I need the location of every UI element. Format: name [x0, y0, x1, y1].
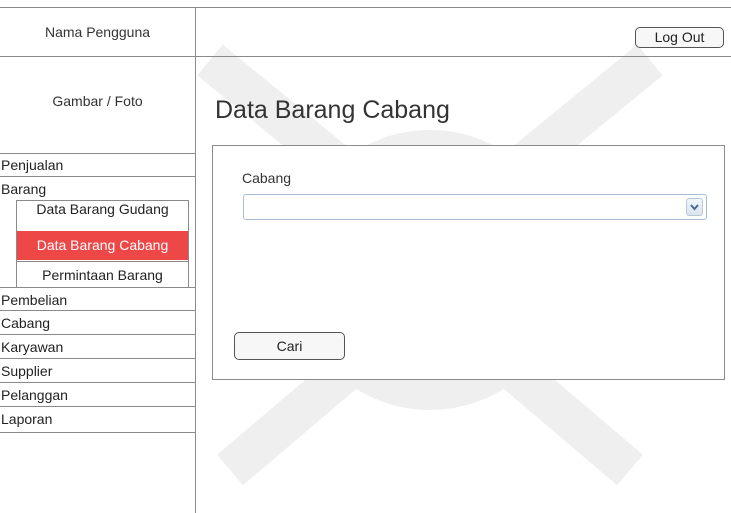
sidebar-item-karyawan[interactable]: Karyawan: [0, 335, 195, 359]
barang-submenu: Data Barang Gudang Data Barang Cabang Pe…: [16, 200, 189, 287]
submenu-item-permintaan-barang[interactable]: Permintaan Barang: [17, 261, 188, 289]
user-name: Nama Pengguna: [44, 24, 151, 40]
avatar: Gambar / Foto: [52, 92, 143, 109]
sidebar-item-laporan[interactable]: Laporan: [0, 407, 195, 433]
sidebar-item-pembelian[interactable]: Pembelian: [0, 288, 195, 311]
submenu-item-data-barang-gudang[interactable]: Data Barang Gudang: [17, 201, 188, 233]
page-title: Data Barang Cabang: [215, 96, 450, 124]
sidebar-item-barang[interactable]: Barang: [0, 177, 195, 200]
cabang-label: Cabang: [242, 170, 292, 186]
cabang-select[interactable]: [243, 194, 707, 220]
sidebar-item-supplier[interactable]: Supplier: [0, 359, 195, 383]
logout-button[interactable]: Log Out: [635, 27, 724, 48]
search-button[interactable]: Cari: [234, 332, 345, 360]
chevron-down-icon[interactable]: [686, 198, 703, 216]
sidebar-divider: [195, 7, 196, 513]
sidebar-item-penjualan[interactable]: Penjualan: [0, 153, 195, 177]
submenu-item-data-barang-cabang[interactable]: Data Barang Cabang: [17, 231, 188, 260]
sidebar-item-pelanggan[interactable]: Pelanggan: [0, 383, 195, 407]
sidebar-item-cabang[interactable]: Cabang: [0, 311, 195, 335]
